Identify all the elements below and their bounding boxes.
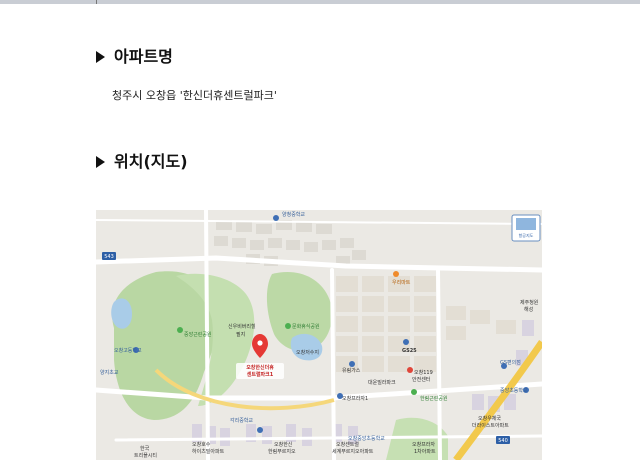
map-label: 우리마트 bbox=[392, 279, 411, 286]
fire-station-icon bbox=[407, 367, 413, 373]
map-label: 해성 bbox=[524, 306, 533, 313]
map-label: 오창센트럴 bbox=[336, 441, 359, 448]
map-label: 중앙초등학교 bbox=[500, 387, 528, 394]
map-label: 중앙근린공원 bbox=[184, 331, 212, 338]
store-icon bbox=[403, 339, 409, 345]
section-heading-label: 아파트명 bbox=[114, 47, 173, 66]
map-label: 오창고등학교 bbox=[114, 347, 142, 354]
map-label: 한국 bbox=[140, 446, 150, 452]
map-label: 1차아파트 bbox=[414, 448, 436, 455]
triangle-bullet-icon bbox=[96, 156, 105, 168]
map-label: 트리플시티 bbox=[134, 452, 157, 459]
map-label: 각리중학교 bbox=[230, 417, 253, 424]
map-label: 제주청원 bbox=[520, 299, 539, 306]
marker-label-line-2: 센트럴파크1 bbox=[247, 371, 274, 378]
map-label: 오창호수 bbox=[192, 441, 211, 448]
map-label: 한림근린공원 bbox=[420, 395, 448, 402]
section-heading-apartment-name: 아파트명 bbox=[96, 47, 173, 67]
map-label: 오창프라자 bbox=[412, 441, 435, 448]
map-label: 양청중학교 bbox=[282, 211, 305, 218]
location-map[interactable]: 543 540 항공지도 양청중학교 중앙근린공원 신우비버리힐 필지 문화휴식… bbox=[96, 210, 542, 460]
gas-icon bbox=[349, 361, 355, 367]
map-label: 더라이스트아파트 bbox=[472, 422, 509, 429]
section-heading-location-map: 위치(지도) bbox=[96, 152, 188, 172]
map-label: 신우비버리힐 bbox=[228, 323, 256, 330]
triangle-bullet-icon bbox=[96, 51, 105, 63]
satellite-thumbnail-icon[interactable] bbox=[516, 218, 536, 230]
map-label: 유림가스 bbox=[342, 367, 361, 374]
map-label: 하이츠빌아파트 bbox=[192, 448, 225, 455]
route-badge-543-label: 543 bbox=[104, 254, 114, 260]
map-label: GS편의점 bbox=[500, 359, 521, 366]
map-label: 오창우체국 bbox=[478, 415, 501, 422]
map-label: 필지 bbox=[236, 331, 245, 338]
park-icon bbox=[411, 389, 417, 395]
park-icon bbox=[285, 323, 291, 329]
map-label: 오창프라자1 bbox=[342, 395, 368, 402]
map-label: 양지초교 bbox=[100, 369, 119, 376]
marker-label-line-1: 오창한신더휴 bbox=[246, 364, 274, 371]
map-canvas[interactable]: 543 540 항공지도 양청중학교 중앙근린공원 신우비버리힐 필지 문화휴식… bbox=[96, 210, 542, 460]
map-label: 오창한신 bbox=[274, 441, 293, 448]
map-label: GS25 bbox=[402, 348, 417, 354]
park-icon bbox=[177, 327, 183, 333]
map-label: 세계푸르지오아파트 bbox=[332, 448, 374, 455]
school-icon bbox=[273, 215, 279, 221]
section-heading-label: 위치(지도) bbox=[114, 152, 188, 171]
map-label: 오창119 bbox=[414, 369, 433, 376]
map-label: 오창저수지 bbox=[296, 349, 319, 356]
top-border-tick bbox=[96, 0, 97, 4]
aerial-view-button-label[interactable]: 항공지도 bbox=[519, 232, 534, 238]
map-label: 대운빌라파크 bbox=[368, 379, 396, 386]
map-label: 안전센터 bbox=[412, 376, 430, 383]
food-icon bbox=[393, 271, 399, 277]
school-icon bbox=[257, 427, 263, 433]
map-label: 한림푸르지오 bbox=[268, 448, 296, 455]
apartment-name-text: 청주시 오창읍 '한신더휴센트럴파크' bbox=[112, 89, 277, 102]
map-label: 오창중앙초등학교 bbox=[348, 435, 385, 442]
route-badge-540-label: 540 bbox=[498, 438, 508, 444]
map-label: 문화휴식공원 bbox=[292, 323, 320, 330]
